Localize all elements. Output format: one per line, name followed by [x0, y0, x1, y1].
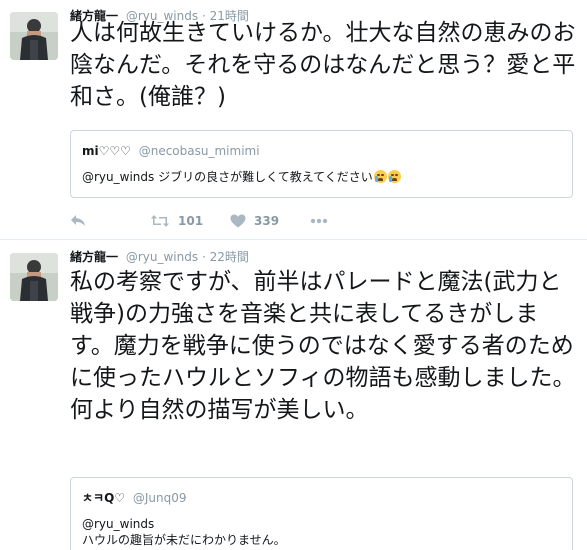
- tweet-header: 緒方龍一 @ryu_winds · 22時間: [70, 247, 249, 267]
- quoted-author-handle: @Junq09: [132, 491, 187, 505]
- quoted-text-line: @ryu_winds: [82, 517, 155, 531]
- avatar[interactable]: [10, 253, 58, 301]
- tweet[interactable]: 緒方龍一 @ryu_winds · 22時間 私の考察ですが、前半はパレードと魔…: [0, 241, 587, 550]
- quoted-author-name: mi♡♡♡: [82, 144, 131, 158]
- tweet-text: 私の考察ですが、前半はパレードと魔法(武力と戦争)の力強さを音楽と共に表してるき…: [70, 269, 576, 423]
- author-handle[interactable]: @ryu_winds: [126, 250, 198, 264]
- quoted-text-line: ハウルの趣旨が未だにわかりません。: [82, 533, 286, 547]
- separator: ·: [201, 250, 206, 264]
- like-button[interactable]: 339: [230, 210, 279, 232]
- tweet-actions: 101 339: [70, 210, 370, 232]
- avatar[interactable]: [10, 12, 58, 60]
- quoted-tweet[interactable]: mi♡♡♡ @necobasu_mimimi @ryu_winds ジブリの良さ…: [70, 130, 573, 198]
- more-button[interactable]: [310, 210, 328, 232]
- retweet-icon: [150, 214, 170, 228]
- quoted-tweet-header: ㅊㅋQ♡ @Junq09: [82, 490, 187, 506]
- quoted-author-handle: @necobasu_mimimi: [138, 144, 260, 158]
- crying-face-icon: [373, 170, 387, 183]
- tweet-text: 人は何故生きていけるか。壮大な自然の恵みのお陰なんだ。それを守るのはなんだと思う…: [70, 20, 576, 110]
- reply-icon: [70, 214, 86, 228]
- quoted-tweet-text: @ryu_winds ハウルの趣旨が未だにわかりません。: [82, 516, 562, 548]
- crying-face-icon: [387, 170, 401, 183]
- reply-button[interactable]: [70, 210, 86, 232]
- quoted-text-line: @ryu_winds ジブリの良さが難しくて教えてください: [82, 170, 373, 184]
- quoted-tweet-header: mi♡♡♡ @necobasu_mimimi: [82, 143, 260, 159]
- heart-icon: [230, 214, 246, 228]
- like-count: 339: [254, 214, 280, 228]
- retweet-button[interactable]: 101: [150, 210, 203, 232]
- quoted-author-name: ㅊㅋQ♡: [82, 491, 126, 505]
- quoted-tweet-text: @ryu_winds ジブリの良さが難しくて教えてください: [82, 169, 562, 185]
- author-name[interactable]: 緒方龍一: [70, 250, 118, 264]
- retweet-count: 101: [178, 214, 204, 228]
- tweet[interactable]: 緒方龍一 @ryu_winds · 21時間 人は何故生きていけるか。壮大な自然…: [0, 0, 587, 240]
- timestamp[interactable]: 22時間: [210, 250, 249, 264]
- more-icon: [310, 218, 328, 224]
- quoted-tweet[interactable]: ㅊㅋQ♡ @Junq09 @ryu_winds ハウルの趣旨が未だにわかりません…: [70, 477, 573, 550]
